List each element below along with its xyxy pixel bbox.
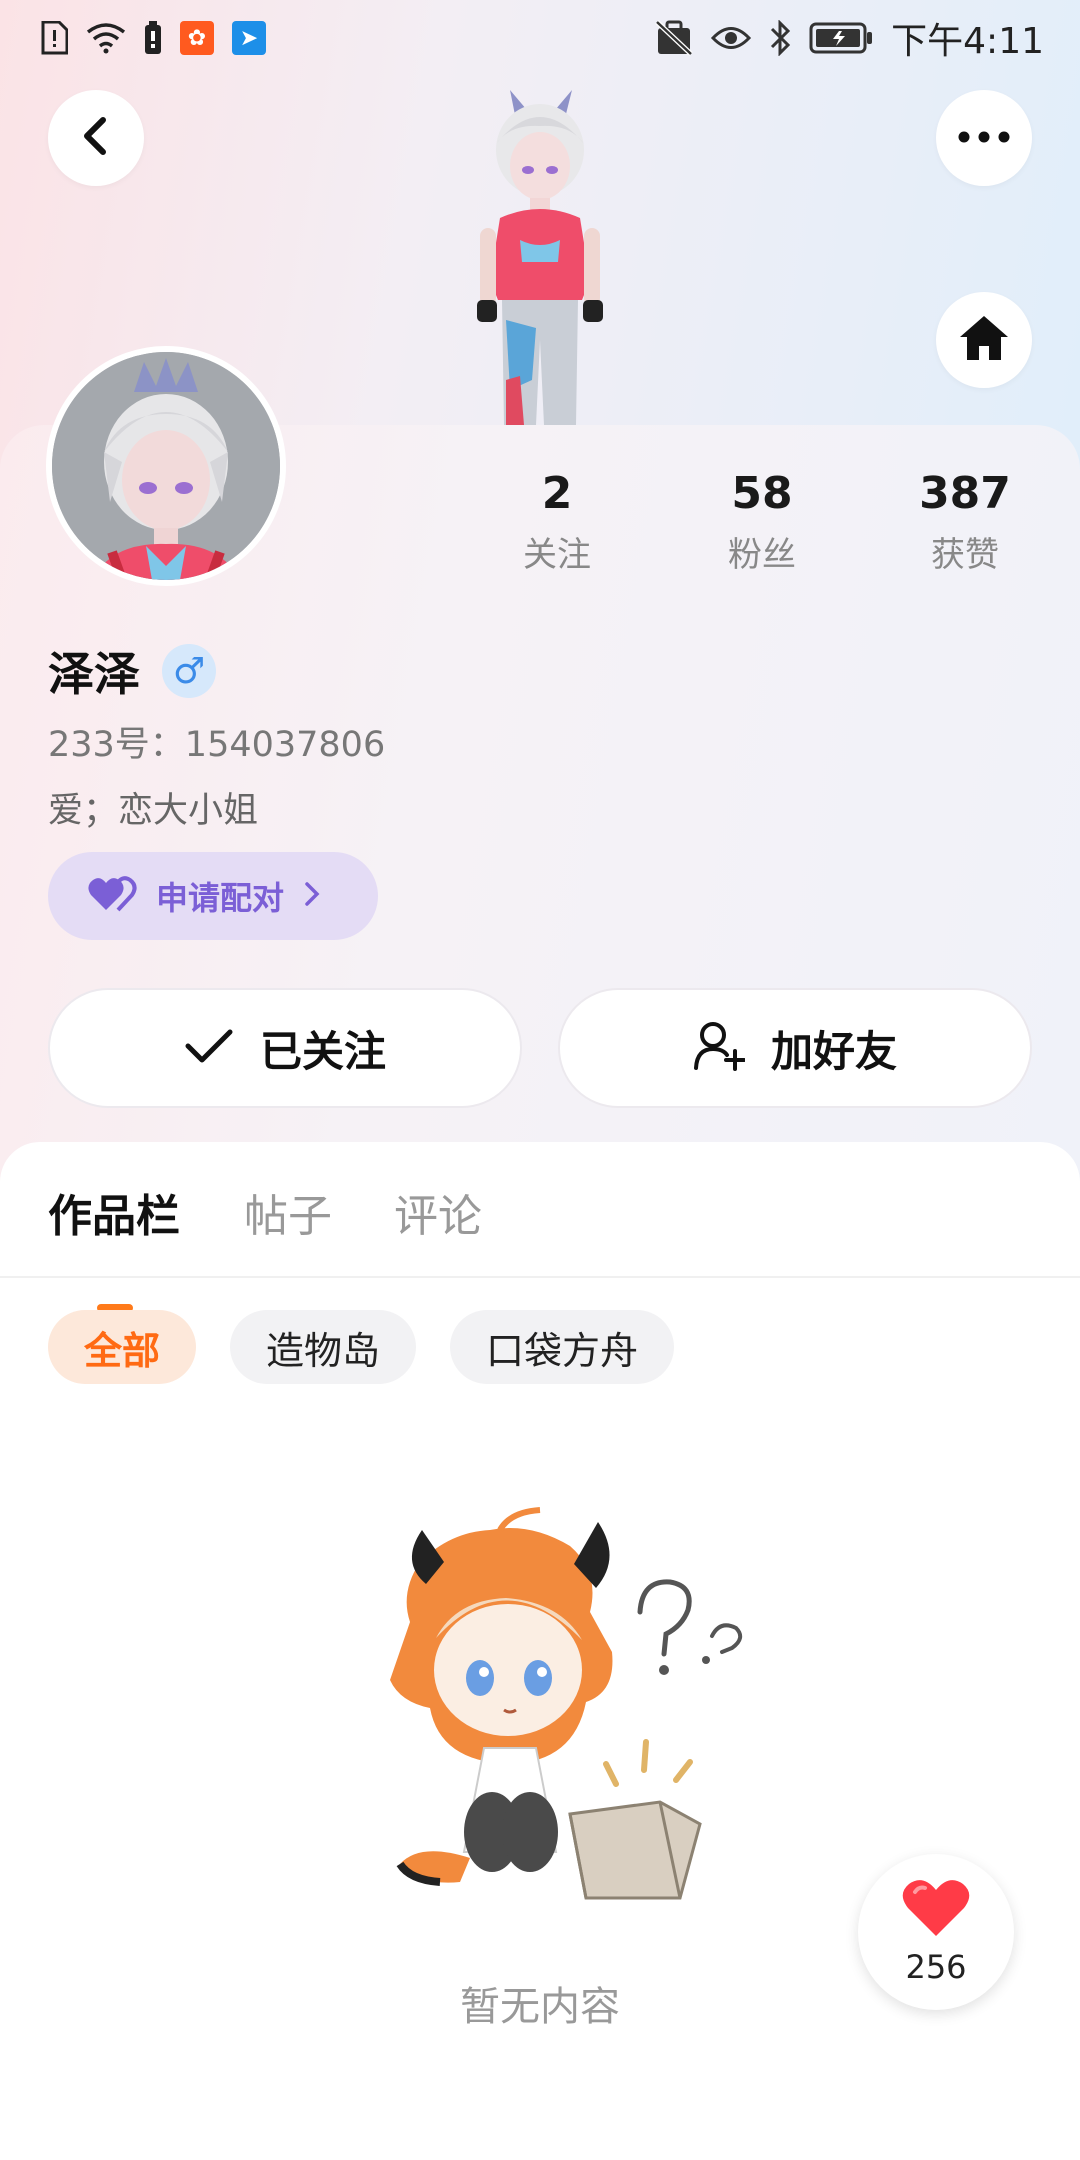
account-id[interactable]: 233号：154037806 [48, 716, 385, 767]
tab-comments[interactable]: 评论 [394, 1180, 482, 1244]
character-figure-image[interactable] [440, 80, 640, 430]
wifi-icon [86, 22, 126, 54]
eye-icon [711, 25, 752, 51]
stat-likes[interactable]: 387 获赞 [885, 468, 1045, 576]
back-button[interactable] [48, 90, 144, 186]
apply-pair-label: 申请配对 [156, 879, 285, 917]
stat-followers-label: 粉丝 [728, 535, 796, 575]
filter-all[interactable]: 全部 [48, 1310, 197, 1384]
username-row: 泽泽 ♂ [48, 638, 216, 704]
add-friend-button[interactable]: 加好友 [558, 988, 1032, 1108]
checkmark-icon [184, 1026, 234, 1070]
chevron-left-icon [76, 114, 116, 162]
filter-chips: 全部 造物岛 口袋方舟 [48, 1310, 675, 1384]
content-tabs: 作品栏 帖子 评论 [0, 1180, 1080, 1312]
bio: 爱；恋大小姐 [48, 791, 259, 831]
like-button[interactable]: 256 [858, 1854, 1014, 2010]
profile-stats: 2 关注 58 粉丝 387 获赞 [0, 468, 1080, 588]
tab-divider [0, 1276, 1080, 1278]
status-bar: ✿ ➤ 下午4:11 [0, 0, 1080, 76]
more-dots-icon [957, 129, 1011, 148]
stat-following[interactable]: 2 关注 [477, 468, 637, 576]
home-button[interactable] [936, 292, 1032, 388]
username: 泽泽 [48, 647, 140, 701]
following-button[interactable]: 已关注 [48, 988, 522, 1108]
stat-likes-count: 387 [919, 468, 1011, 519]
stat-following-count: 2 [541, 468, 573, 519]
status-time: 下午4:11 [891, 21, 1044, 62]
apply-pair-button[interactable]: 申请配对 [48, 852, 378, 940]
app-icon-blue: ➤ [232, 21, 266, 55]
battery-icon [809, 22, 873, 54]
empty-state-illustration [360, 1502, 760, 1922]
heart-pair-icon [88, 876, 138, 916]
dnd-icon [655, 20, 693, 56]
add-user-icon [693, 1021, 746, 1075]
add-friend-label: 加好友 [770, 1026, 897, 1076]
heart-icon [901, 1878, 971, 1942]
stat-likes-label: 获赞 [931, 535, 999, 575]
stat-followers[interactable]: 58 粉丝 [682, 468, 842, 576]
following-label: 已关注 [259, 1026, 386, 1076]
more-button[interactable] [936, 90, 1032, 186]
battery-saver-icon [144, 21, 162, 55]
stat-followers-count: 58 [731, 468, 793, 519]
filter-pocket-ark[interactable]: 口袋方舟 [450, 1310, 675, 1384]
chevron-right-icon [302, 880, 322, 912]
bluetooth-icon [769, 20, 791, 56]
stat-following-label: 关注 [523, 535, 591, 575]
male-icon: ♂ [162, 644, 216, 698]
app-icon-orange: ✿ [180, 21, 214, 55]
sim-alert-icon [40, 21, 68, 55]
like-count: 256 [905, 1948, 967, 1986]
filter-creation-island[interactable]: 造物岛 [230, 1310, 417, 1384]
tab-posts[interactable]: 帖子 [244, 1180, 332, 1244]
tab-works[interactable]: 作品栏 [48, 1180, 180, 1244]
home-icon [958, 313, 1010, 367]
